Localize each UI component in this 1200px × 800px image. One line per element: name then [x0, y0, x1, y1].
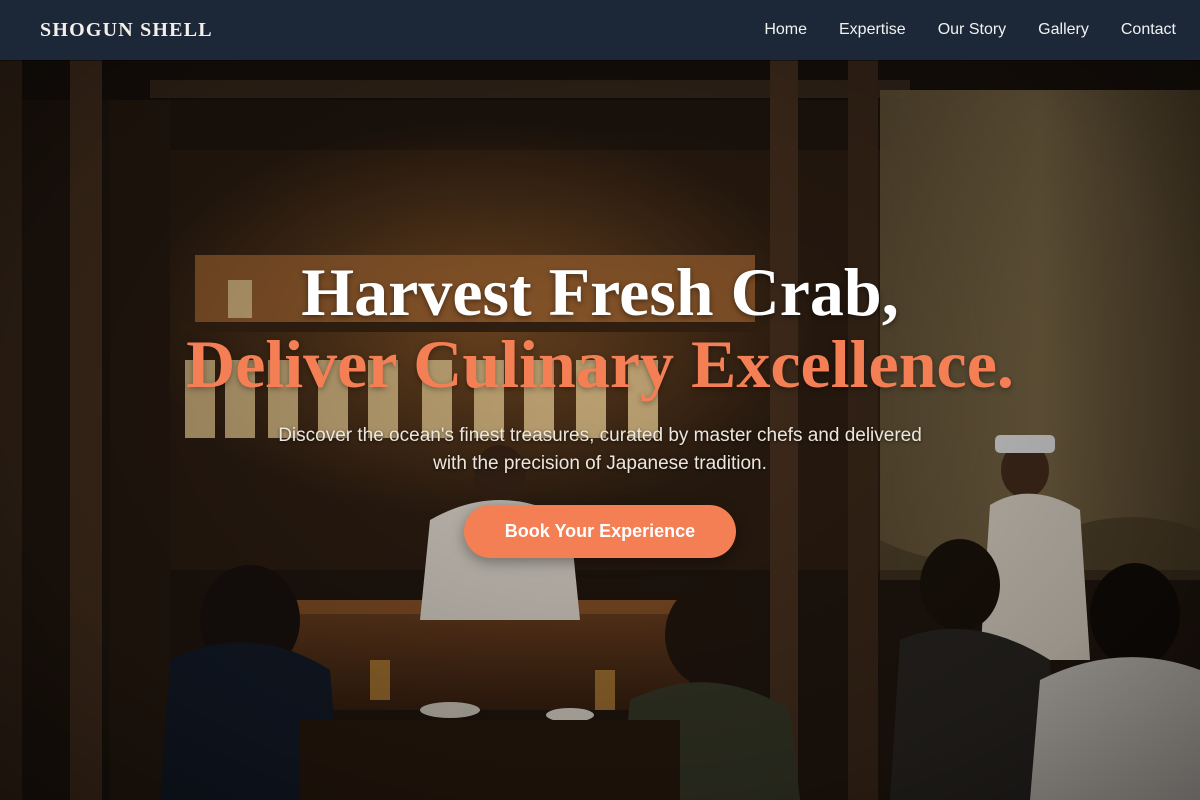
hero-content: Harvest Fresh Crab, Deliver Culinary Exc… — [0, 60, 1200, 800]
nav-link-contact[interactable]: Contact — [1121, 21, 1176, 39]
hero-headline-line2: Deliver Culinary Excellence. — [186, 326, 1014, 402]
brand-logo[interactable]: SHOGUN SHELL — [40, 19, 213, 42]
nav-link-home[interactable]: Home — [764, 21, 807, 39]
nav-links: Home Expertise Our Story Gallery Contact — [732, 21, 1176, 39]
nav-link-expertise[interactable]: Expertise — [839, 21, 906, 39]
hero-subtitle: Discover the ocean's finest treasures, c… — [278, 425, 922, 474]
book-experience-button[interactable]: Book Your Experience — [464, 505, 736, 558]
nav-link-gallery[interactable]: Gallery — [1038, 21, 1089, 39]
nav-link-our-story[interactable]: Our Story — [938, 21, 1006, 39]
top-navbar: SHOGUN SHELL Home Expertise Our Story Ga… — [0, 0, 1200, 60]
hero-headline-line1: Harvest Fresh Crab, — [301, 254, 899, 330]
hero-section: Harvest Fresh Crab, Deliver Culinary Exc… — [0, 60, 1200, 800]
